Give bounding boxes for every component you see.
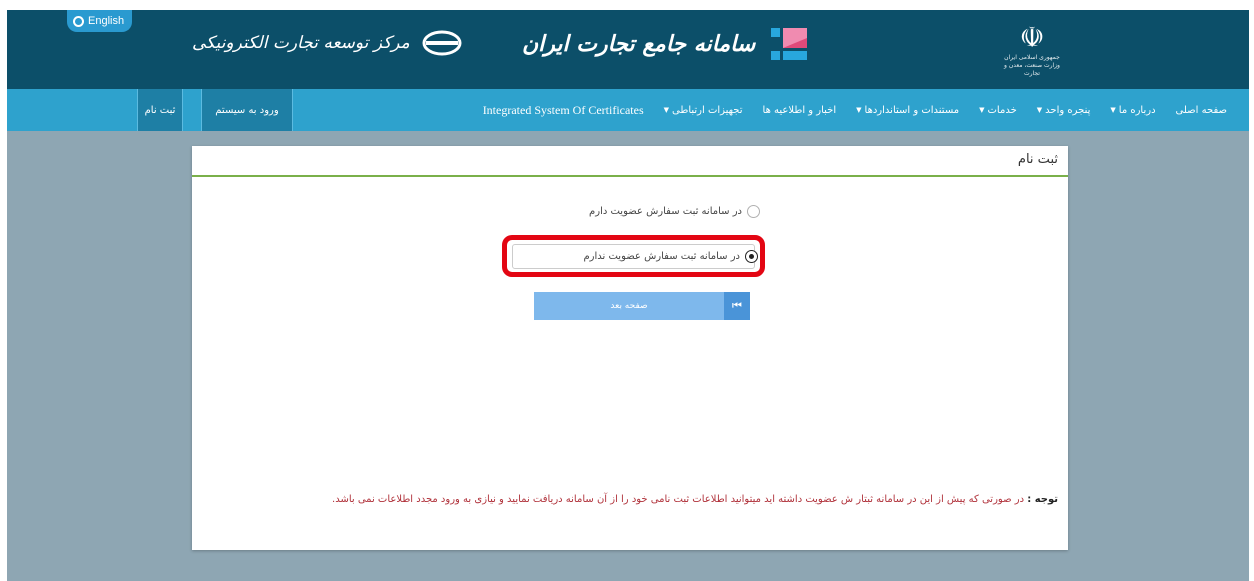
nav-services-label: خدمات	[987, 104, 1017, 116]
registration-panel: ثبت نام در سامانه ثبت سفارش عضویت دارم د…	[192, 146, 1068, 550]
site-logo[interactable]: سامانه جامع تجارت ایران	[522, 24, 809, 64]
note-text: در صورتی که پیش از این در سامانه ثبتار ش…	[332, 494, 1025, 505]
language-switch[interactable]: English	[67, 10, 133, 32]
panel-title: ثبت نام	[1017, 152, 1058, 167]
option-has-membership-label: در سامانه ثبت سفارش عضویت دارم	[589, 206, 742, 217]
site-header: English مرکز توسعه تجارت الکترونیکی ساما…	[7, 10, 1249, 89]
site-logo-text: سامانه جامع تجارت ایران	[522, 31, 756, 57]
ministry-emblem: ☫ جمهوری اسلامی ایران وزارت صنعت، معدن و…	[1002, 22, 1062, 82]
caret-down-icon: ▼	[856, 106, 862, 114]
next-page-label: صفحه بعد	[610, 301, 648, 311]
site-logo-icon	[769, 24, 809, 64]
ecommerce-center-logo[interactable]: مرکز توسعه تجارت الکترونیکی	[192, 30, 462, 56]
option-has-membership[interactable]: در سامانه ثبت سفارش عضویت دارم	[589, 205, 760, 218]
nav-equipment-label: تجهیزات ارتباطی	[672, 104, 743, 116]
panel-header: ثبت نام	[192, 146, 1068, 177]
highlight-annotation	[502, 235, 765, 277]
nav-single-window[interactable]: پنجره واحد ▼	[1037, 105, 1091, 116]
login-button-label: ورود به سیستم	[215, 104, 279, 116]
globe-icon	[73, 15, 84, 27]
radio-has-membership[interactable]	[747, 205, 760, 218]
nav-home[interactable]: صفحه اصلی	[1176, 105, 1227, 116]
ecommerce-logo-text: مرکز توسعه تجارت الکترونیکی	[192, 33, 410, 53]
nav-home-label: صفحه اصلی	[1175, 104, 1227, 116]
nav-about[interactable]: درباره ما ▼	[1110, 105, 1155, 116]
nav-news-label: اخبار و اطلاعیه ها	[762, 104, 837, 116]
register-button-label: ثبت نام	[144, 104, 176, 116]
nav-documents-label: مستندات و استانداردها	[864, 104, 960, 116]
caret-down-icon: ▼	[663, 106, 670, 114]
nav-documents[interactable]: مستندات و استانداردها ▼	[856, 105, 959, 116]
note-label: توجه :	[1027, 494, 1058, 505]
nav-single-window-label: پنجره واحد	[1045, 104, 1091, 116]
nav-menu: صفحه اصلی درباره ما ▼ پنجره واحد ▼ خدمات ▼ …	[483, 89, 1227, 131]
iran-emblem-icon: ☫	[1019, 21, 1045, 54]
caret-down-icon: ▼	[979, 106, 985, 114]
next-page-button[interactable]: ⏮ صفحه بعد	[534, 292, 750, 320]
nav-services[interactable]: خدمات ▼	[979, 105, 1017, 116]
nav-certificates[interactable]: Integrated System Of Certificates	[483, 103, 644, 118]
register-button[interactable]: ثبت نام	[137, 89, 183, 131]
skip-next-icon: ⏮	[724, 292, 750, 320]
membership-note: توجه : در صورتی که پیش از این در سامانه …	[186, 491, 1058, 509]
ecommerce-logo-icon	[422, 30, 462, 56]
nav-equipment[interactable]: تجهیزات ارتباطی ▼	[664, 105, 743, 116]
page-frame: English مرکز توسعه تجارت الکترونیکی ساما…	[7, 10, 1249, 581]
nav-news[interactable]: اخبار و اطلاعیه ها	[763, 105, 837, 116]
main-nav: ثبت نام ورود به سیستم صفحه اصلی درباره م…	[7, 89, 1249, 131]
login-button[interactable]: ورود به سیستم	[201, 89, 293, 131]
caret-down-icon: ▼	[1110, 106, 1116, 114]
language-label: English	[88, 15, 125, 27]
nav-about-label: درباره ما	[1118, 104, 1156, 116]
caret-down-icon: ▼	[1036, 106, 1043, 114]
nav-certificates-label: Integrated System Of Certificates	[482, 102, 644, 117]
ministry-caption: جمهوری اسلامی ایران وزارت صنعت، معدن و ت…	[1004, 54, 1060, 77]
